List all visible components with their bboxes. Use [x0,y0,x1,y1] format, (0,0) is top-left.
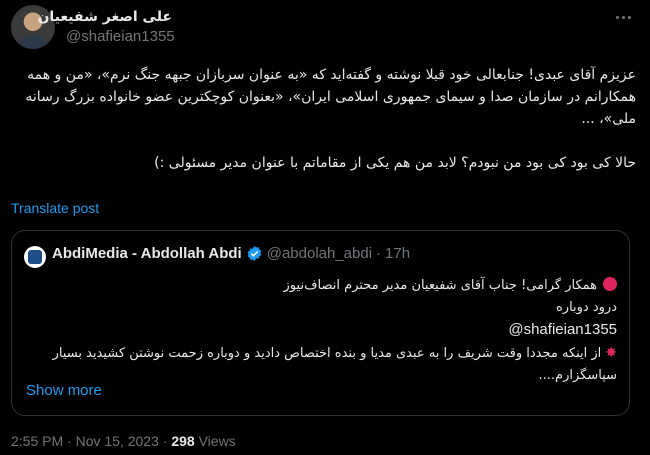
more-dots-icon [615,15,619,19]
quote-mention[interactable]: @shafieian1355 [508,321,617,338]
quote-line-4: ✸از اینکه مجددا وقت شریف را به عبدی مدیا… [24,342,617,365]
quote-line-1-text: همکار گرامی! جناب آقای شفیعیان مدیر محتر… [283,278,597,293]
quote-separator: · [376,245,382,262]
tweet-meta: 2:55 PM · Nov 15, 2023 · 298 Views [11,433,236,449]
quote-author-handle: @abdolah_abdi [266,245,373,262]
quote-line-2: درود دوباره [555,300,617,315]
meta-separator: · [67,433,72,449]
tweet-text: عزیزم آقای عبدی! جنابعالی خود قبلا نوشته… [12,64,636,174]
quote-line-1: همکار گرامی! جناب آقای شفیعیان مدیر محتر… [24,275,617,297]
quote-mention-line: @shafieian1355 [24,319,617,342]
translate-post-link[interactable]: Translate post [11,200,99,216]
more-dots-icon [627,15,631,19]
verified-badge-icon [247,246,261,261]
quote-body: همکار گرامی! جناب آقای شفیعیان مدیر محتر… [24,275,617,387]
views-label: Views [198,433,236,449]
tweet-date[interactable]: Nov 15, 2023 [76,433,159,449]
show-more-link[interactable]: Show more [26,382,102,399]
more-dots-icon [621,15,625,19]
tweet-paragraph-2: حالا کی بود کی بود من نبودم؟ لابد من هم … [154,155,636,171]
quote-author-name: AbdiMedia - Abdollah Abdi [52,245,242,262]
author-handle[interactable]: @shafieian1355 [66,28,175,45]
quote-time: 17h [385,245,411,262]
quote-header: AbdiMedia - Abdollah Abdi @abdolah_abdi … [52,245,410,262]
views-count: 298 [171,433,195,449]
author-name[interactable]: علی اصغر شفیعیان [37,9,172,25]
quote-line-5: سپاسگزارم.... [538,368,618,383]
quote-line-4-text: از اینکه مجددا وقت شریف را به عبدی مدیا … [52,346,602,361]
quote-avatar [24,246,46,268]
tweet-time[interactable]: 2:55 PM [11,433,63,449]
quoted-tweet[interactable]: AbdiMedia - Abdollah Abdi @abdolah_abdi … [11,230,630,416]
meta-separator: · [162,433,168,449]
more-options-button[interactable] [610,6,636,28]
tweet-paragraph-1: عزیزم آقای عبدی! جنابعالی خود قبلا نوشته… [25,67,636,127]
anger-symbol-icon: ✸ [605,345,617,361]
red-circle-icon [603,277,617,291]
